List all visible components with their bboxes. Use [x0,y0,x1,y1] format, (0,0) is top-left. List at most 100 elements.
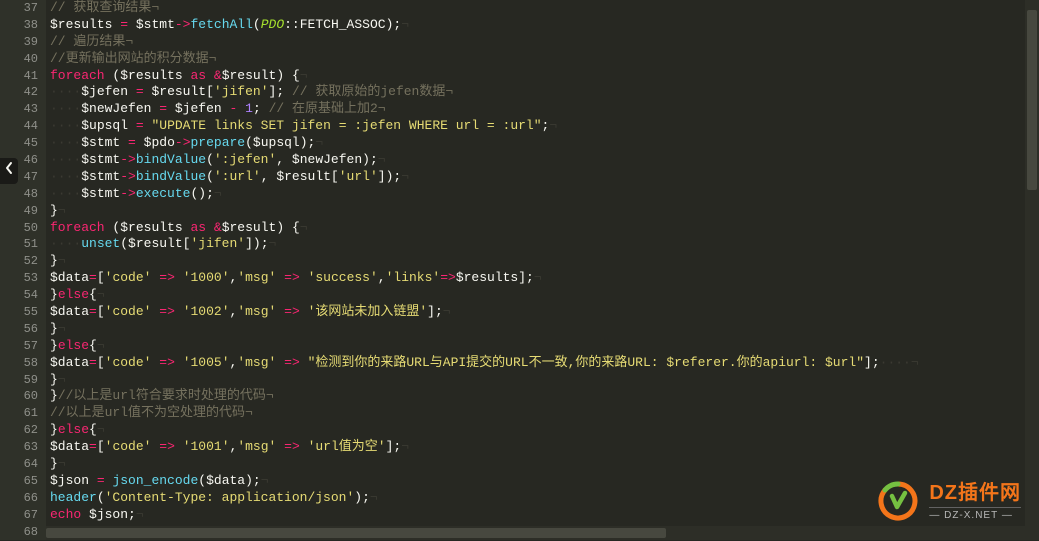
token-paren: ) [276,68,284,83]
token-var: $upsql [253,135,300,150]
line-number: 67 [12,507,38,524]
token-punc: [ [206,84,214,99]
horizontal-scrollbar-thumb[interactable] [46,528,666,538]
code-line[interactable]: foreach ($results as &$result) {¬ [50,220,1039,237]
vertical-scrollbar-thumb[interactable] [1027,10,1037,190]
token-keyword: echo [50,507,81,522]
token-var: $data [50,304,89,319]
token-ws: ¬ [58,321,66,336]
token-paren: ) [276,220,284,235]
token-paren: ( [253,17,261,32]
token-op: & [214,220,222,235]
token-paren: ( [206,152,214,167]
watermark-logo-icon [877,480,919,522]
code-line[interactable]: ····$stmt->bindValue(':url', $result['ur… [50,169,1039,186]
watermark: DZ插件网 — DZ-X.NET — [877,480,1021,522]
code-line[interactable]: $data=['code' => '1005','msg' => "检测到你的来… [50,355,1039,372]
code-line[interactable]: //以上是url值不为空处理的代码¬ [50,405,1039,422]
code-line[interactable]: foreach ($results as &$result) {¬ [50,68,1039,85]
code-line[interactable]: ····$stmt = $pdo->prepare($upsql);¬ [50,135,1039,152]
token-var: $data [50,439,89,454]
line-number-gutter[interactable]: 3738394041424344454647484950515253545556… [0,0,46,540]
token-op: = [136,118,144,133]
panel-collapse-button[interactable] [0,158,18,184]
token-func: execute [136,186,191,201]
token-func: unset [81,236,120,251]
token-ws: ¬ [370,490,378,505]
token-str: 'success' [308,270,378,285]
code-line[interactable]: }¬ [50,203,1039,220]
token-str: 'Content-Type: application/json' [105,490,355,505]
horizontal-scrollbar[interactable] [46,526,1025,540]
code-line[interactable]: ····$upsql = "UPDATE links SET jifen = :… [50,118,1039,135]
code-line[interactable]: ····unset($result['jifen']);¬ [50,236,1039,253]
code-line[interactable]: }¬ [50,456,1039,473]
token-punc: } [50,253,58,268]
token-paren: ) [245,473,253,488]
code-line[interactable]: //更新输出网站的积分数据¬ [50,51,1039,68]
token-ws: ¬ [97,422,105,437]
token-punc: ; [435,304,443,319]
token-ws: ···· [50,118,81,133]
token-punc: ; [253,473,261,488]
token-str: 'links' [386,270,441,285]
token-ws [128,17,136,32]
token-keyword: as [190,220,206,235]
code-area[interactable]: // 获取查询结果¬$results = $stmt->fetchAll(PDO… [46,0,1039,540]
line-number: 38 [12,17,38,34]
token-punc: [ [331,169,339,184]
token-var: $data [50,355,89,370]
token-punc: } [50,287,58,302]
token-ws: ···· [50,135,81,150]
vertical-scrollbar[interactable] [1025,0,1039,540]
token-str: '1005' [183,355,230,370]
token-ws [300,439,308,454]
token-ws [276,304,284,319]
line-number: 63 [12,439,38,456]
token-arrow: -> [175,135,191,150]
token-ws: ···· [50,169,81,184]
code-line[interactable]: }else{¬ [50,422,1039,439]
token-op: => [284,439,300,454]
chevron-left-icon [4,161,14,181]
token-punc: ] [245,236,253,251]
line-number: 55 [12,304,38,321]
code-line[interactable]: $data=['code' => '1000','msg' => 'succes… [50,270,1039,287]
token-punc: [ [97,439,105,454]
token-ws: ¬ [58,253,66,268]
line-number: 49 [12,203,38,220]
code-line[interactable]: }¬ [50,372,1039,389]
token-ws [206,68,214,83]
token-punc: ; [872,355,880,370]
token-ws [284,68,292,83]
token-punc: ] [518,270,526,285]
token-arrow: -> [120,186,136,201]
code-line[interactable]: $data=['code' => '1002','msg' => '该网站未加入… [50,304,1039,321]
token-paren: ( [97,490,105,505]
code-line[interactable]: ····$stmt->bindValue(':jefen', $newJefen… [50,152,1039,169]
code-line[interactable]: }//以上是url符合要求时处理的代码¬ [50,388,1039,405]
token-var: $stmt [136,17,175,32]
code-line[interactable]: }¬ [50,253,1039,270]
token-func: bindValue [136,152,206,167]
code-line[interactable]: $results = $stmt->fetchAll(PDO::FETCH_AS… [50,17,1039,34]
code-line[interactable]: ····$newJefen = $jefen - 1; // 在原基础上加2¬ [50,101,1039,118]
code-line[interactable]: $data=['code' => '1001','msg' => 'url值为空… [50,439,1039,456]
token-ws [206,220,214,235]
code-line[interactable]: ····$stmt->execute();¬ [50,186,1039,203]
token-punc: ; [128,507,136,522]
code-line[interactable]: // 遍历结果¬ [50,34,1039,51]
token-arrow: -> [120,152,136,167]
code-line[interactable]: }¬ [50,321,1039,338]
token-op: = [89,439,97,454]
token-var: $result [276,169,331,184]
token-op: => [159,270,175,285]
token-keyword: as [190,68,206,83]
token-ws: ¬ [214,186,222,201]
code-line[interactable]: ····$jefen = $result['jifen']; // 获取原始的j… [50,84,1039,101]
code-line[interactable]: }else{¬ [50,287,1039,304]
code-line[interactable]: }else{¬ [50,338,1039,355]
token-str: 'jifen' [190,236,245,251]
code-line[interactable]: // 获取查询结果¬ [50,0,1039,17]
token-punc: ; [253,101,261,116]
